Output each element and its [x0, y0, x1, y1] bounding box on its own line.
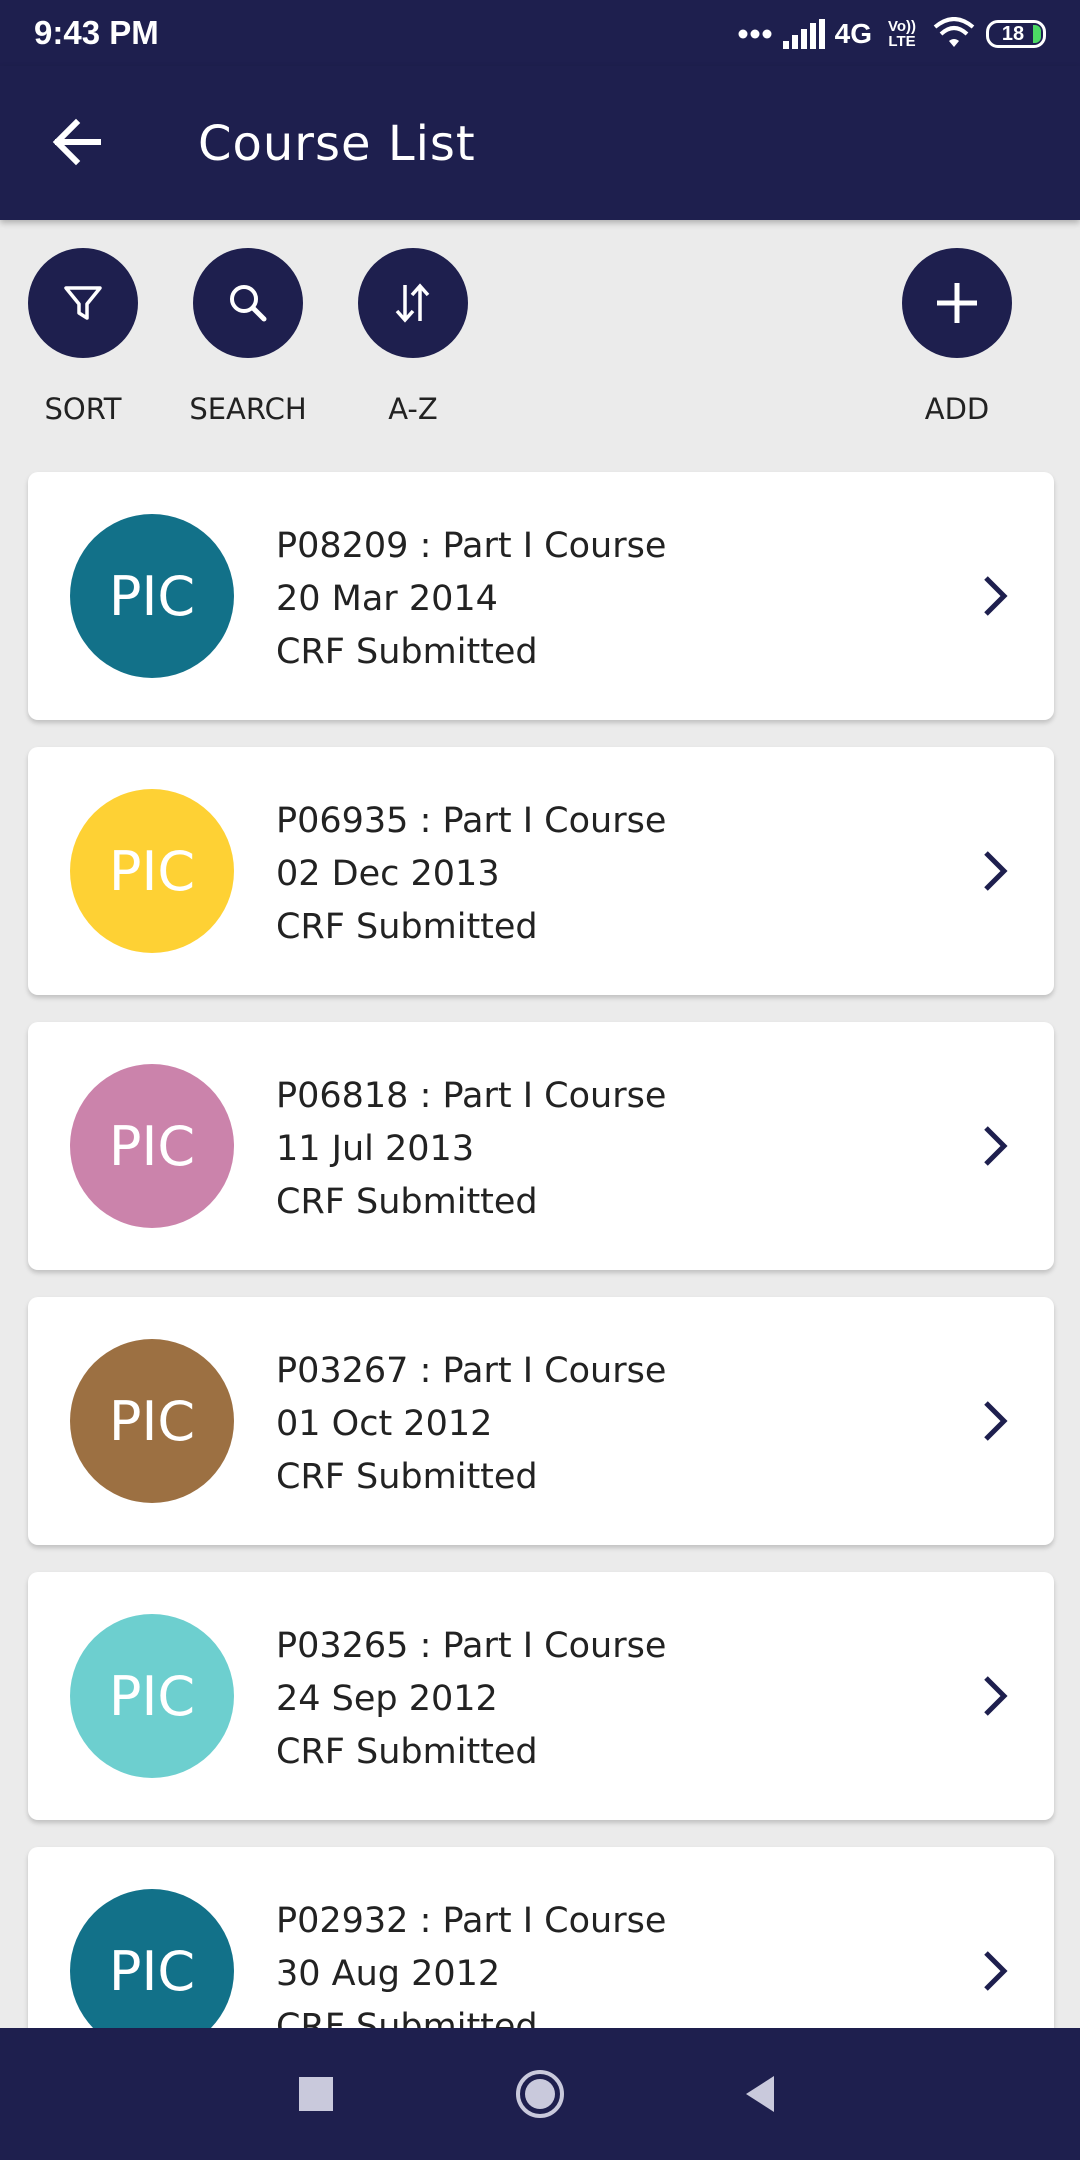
course-title: P06935 : Part I Course	[276, 801, 667, 841]
chevron-right-icon[interactable]	[970, 1672, 1018, 1720]
recents-square-icon[interactable]	[286, 2064, 346, 2124]
course-status: CRF Submitted	[276, 2007, 538, 2028]
avatar: PIC	[70, 1064, 234, 1228]
course-card[interactable]: PIC P06818 : Part I Course 11 Jul 2013 C…	[28, 1022, 1054, 1270]
avatar: PIC	[70, 1889, 234, 2028]
course-date: 20 Mar 2014	[276, 579, 498, 619]
chevron-right-icon[interactable]	[970, 1397, 1018, 1445]
course-list: PIC P08209 : Part I Course 20 Mar 2014 C…	[0, 0, 1080, 2028]
course-card[interactable]: PIC P06935 : Part I Course 02 Dec 2013 C…	[28, 747, 1054, 995]
course-status: CRF Submitted	[276, 1732, 538, 1772]
course-date: 24 Sep 2012	[276, 1679, 498, 1719]
course-status: CRF Submitted	[276, 1182, 538, 1222]
course-status: CRF Submitted	[276, 907, 538, 947]
chevron-right-icon[interactable]	[970, 1947, 1018, 1995]
course-title: P02932 : Part I Course	[276, 1901, 667, 1941]
course-status: CRF Submitted	[276, 1457, 538, 1497]
course-title: P06818 : Part I Course	[276, 1076, 667, 1116]
course-date: 11 Jul 2013	[276, 1129, 475, 1169]
back-triangle-icon[interactable]	[730, 2064, 790, 2124]
course-date: 01 Oct 2012	[276, 1404, 493, 1444]
avatar: PIC	[70, 1614, 234, 1778]
home-circle-icon[interactable]	[510, 2064, 570, 2124]
system-nav-bar	[0, 2028, 1080, 2160]
course-date: 30 Aug 2012	[276, 1954, 501, 1994]
course-status: CRF Submitted	[276, 632, 538, 672]
course-date: 02 Dec 2013	[276, 854, 500, 894]
chevron-right-icon[interactable]	[970, 572, 1018, 620]
course-card[interactable]: PIC P03265 : Part I Course 24 Sep 2012 C…	[28, 1572, 1054, 1820]
avatar: PIC	[70, 514, 234, 678]
avatar: PIC	[70, 789, 234, 953]
chevron-right-icon[interactable]	[970, 1122, 1018, 1170]
course-title: P08209 : Part I Course	[276, 526, 667, 566]
course-title: P03265 : Part I Course	[276, 1626, 667, 1666]
course-title: P03267 : Part I Course	[276, 1351, 667, 1391]
course-card[interactable]: PIC P02932 : Part I Course 30 Aug 2012 C…	[28, 1847, 1054, 2028]
course-card[interactable]: PIC P08209 : Part I Course 20 Mar 2014 C…	[28, 472, 1054, 720]
avatar: PIC	[70, 1339, 234, 1503]
course-card[interactable]: PIC P03267 : Part I Course 01 Oct 2012 C…	[28, 1297, 1054, 1545]
chevron-right-icon[interactable]	[970, 847, 1018, 895]
